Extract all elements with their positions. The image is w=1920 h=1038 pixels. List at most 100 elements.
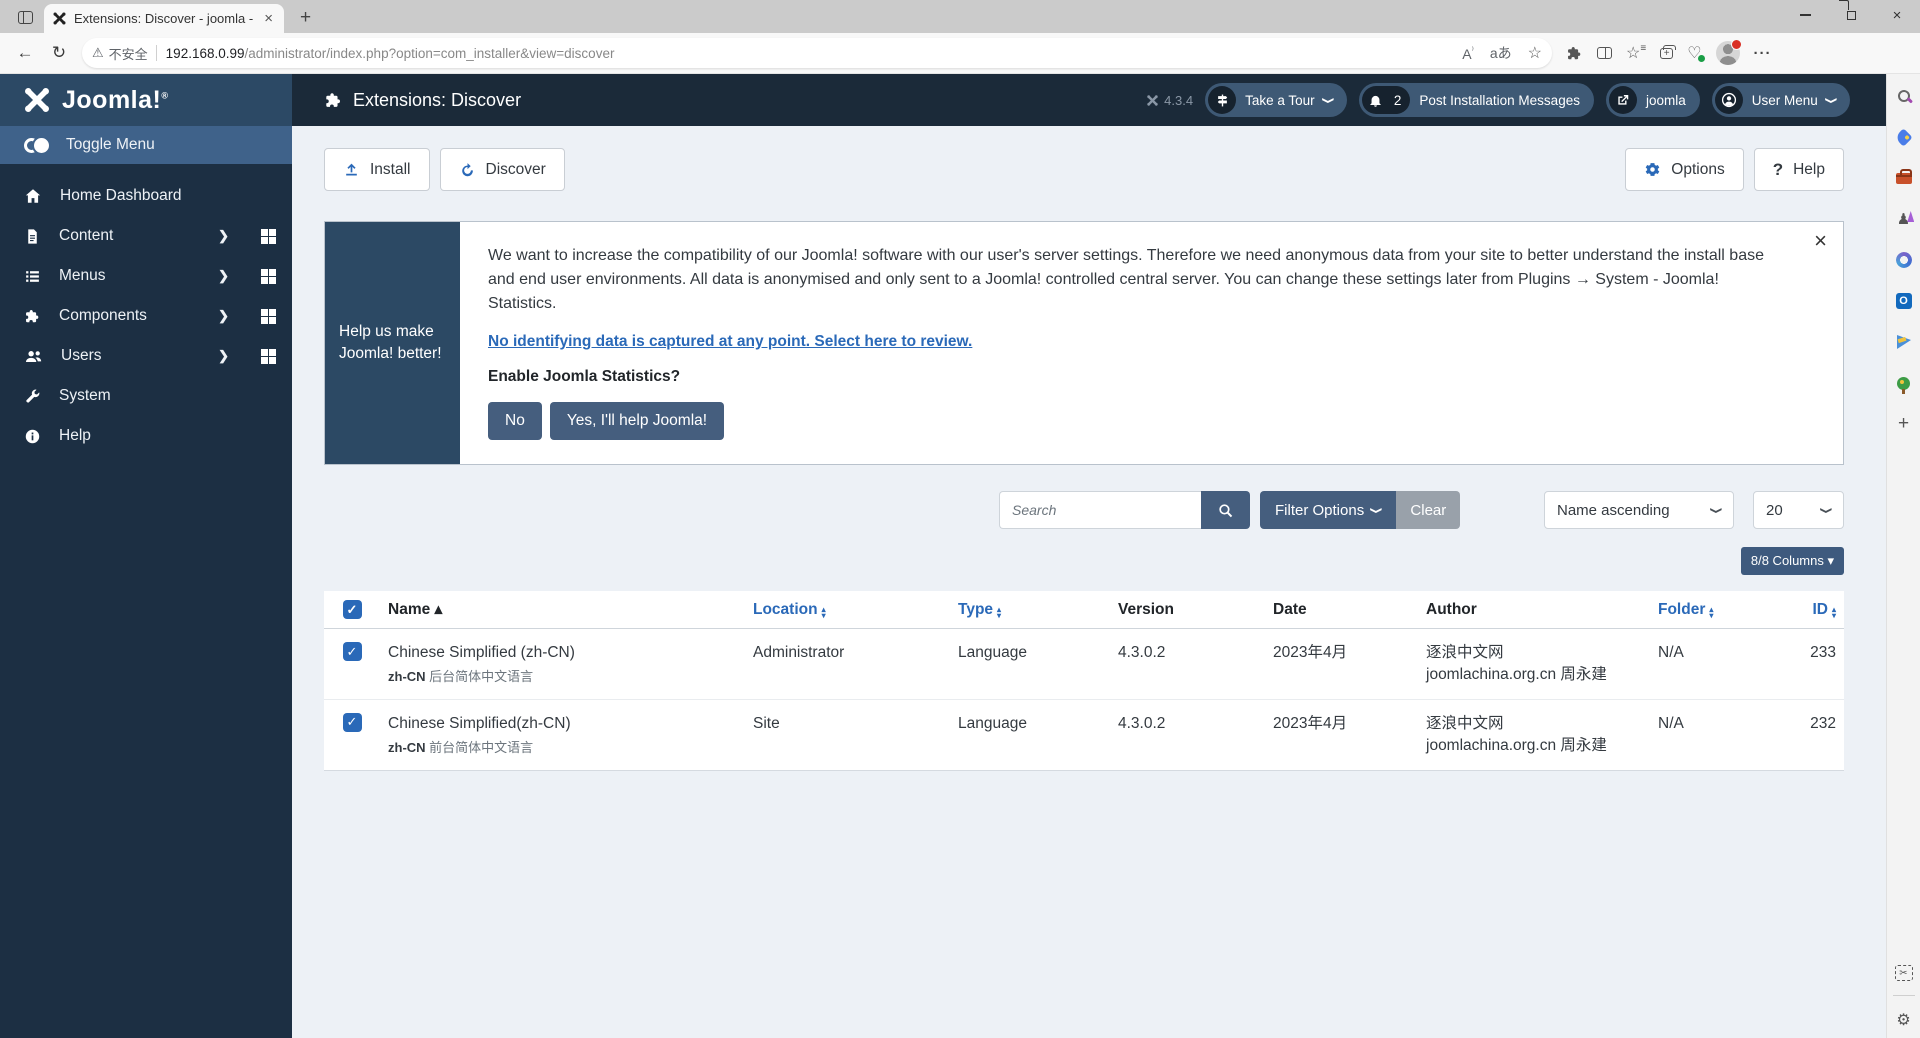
filter-options-button[interactable]: Filter Options ❭ <box>1260 491 1396 529</box>
sidebar-settings-button[interactable]: ⚙ <box>1896 1010 1910 1030</box>
close-window-button[interactable]: × <box>1874 0 1920 30</box>
column-header-name[interactable]: Name ▴ <box>380 599 745 621</box>
collections-icon[interactable]: + <box>1660 48 1673 59</box>
sidebar-microsoft-365-button[interactable] <box>1894 250 1914 270</box>
clear-button[interactable]: Clear <box>1396 491 1460 529</box>
extensions-puzzle-icon[interactable] <box>1566 45 1583 62</box>
dashboard-grid-icon[interactable] <box>261 349 276 364</box>
search-button[interactable] <box>1201 491 1250 529</box>
statistics-review-link[interactable]: No identifying data is captured at any p… <box>488 333 972 351</box>
extensions-icon <box>324 91 343 110</box>
row-checkbox[interactable]: ✓ <box>343 713 362 732</box>
joomla-version-icon <box>1146 94 1159 107</box>
user-icon <box>1715 86 1743 114</box>
sidebar-add-button[interactable]: + <box>1894 414 1914 434</box>
sidebar-item-users[interactable]: Users ❯ <box>0 336 292 376</box>
home-icon <box>24 187 42 205</box>
edge-sidebar: ♟ O + ✂ ⚙ <box>1886 74 1920 1038</box>
statistics-no-button[interactable]: No <box>488 402 542 440</box>
sidebar-item-system[interactable]: System <box>0 376 292 416</box>
browser-menu-icon[interactable]: ··· <box>1754 45 1772 62</box>
dashboard-grid-icon[interactable] <box>261 229 276 244</box>
screenshot-tool-button[interactable]: ✂ <box>1895 965 1913 981</box>
new-tab-button[interactable]: + <box>292 7 319 29</box>
help-button[interactable]: ? Help <box>1754 148 1844 191</box>
discover-button[interactable]: Discover <box>440 148 565 191</box>
address-bar[interactable]: ⚠ 不安全 192.168.0.99/administrator/index.p… <box>82 38 1552 68</box>
browser-tab[interactable]: Extensions: Discover - joomla - A × <box>44 4 284 33</box>
sidebar-item-menus[interactable]: Menus ❯ <box>0 256 292 296</box>
site-preview-button[interactable]: joomla <box>1606 83 1700 117</box>
tab-close-icon[interactable]: × <box>261 10 276 27</box>
sidebar-outlook-button[interactable]: O <box>1894 291 1914 311</box>
column-header-type[interactable]: Type▴▾ <box>950 599 1110 621</box>
page-title: Extensions: Discover <box>324 90 521 111</box>
joomla-logo-text: Joomla!® <box>62 86 169 115</box>
search-icon <box>1898 90 1910 102</box>
columns-button[interactable]: 8/8 Columns ▾ <box>1741 547 1844 575</box>
user-menu-button[interactable]: User Menu ❭ <box>1712 83 1850 117</box>
column-header-author: Author <box>1418 599 1650 621</box>
minimize-button[interactable] <box>1782 0 1828 30</box>
sidebar-item-help[interactable]: Help <box>0 416 292 456</box>
column-header-location[interactable]: Location▴▾ <box>745 599 950 621</box>
search-input[interactable] <box>999 491 1201 529</box>
sort-select[interactable]: Name ascending ❭ <box>1544 491 1734 529</box>
profile-avatar[interactable] <box>1716 41 1740 65</box>
admin-sidebar: Toggle Menu Home Dashboard Content ❯ Men… <box>0 126 292 1038</box>
chevron-right-icon: ❯ <box>218 228 229 244</box>
workspaces-button[interactable] <box>8 4 42 30</box>
table-row: ✓ Chinese Simplified (zh-CN) zh-CN 后台简体中… <box>324 629 1844 700</box>
sidebar-shopping-button[interactable] <box>1894 127 1914 147</box>
address-divider <box>156 45 157 61</box>
sidebar-item-toggle-menu[interactable]: Toggle Menu <box>0 126 292 164</box>
back-button[interactable]: ← <box>10 38 40 68</box>
version-cell: 4.3.0.2 <box>1110 629 1265 677</box>
sidebar-games-button[interactable]: ♟ <box>1894 209 1914 229</box>
author-cell: 逐浪中文网joomlachina.org.cn 周永建 <box>1418 700 1650 769</box>
restore-button[interactable] <box>1828 0 1874 30</box>
column-header-folder[interactable]: Folder▴▾ <box>1650 599 1770 621</box>
sidebar-msn-button[interactable] <box>1894 373 1914 393</box>
extension-name-cell: Chinese Simplified (zh-CN) zh-CN 后台简体中文语… <box>380 629 745 699</box>
split-screen-icon[interactable] <box>1597 47 1612 59</box>
tab-title: Extensions: Discover - joomla - A <box>74 11 254 26</box>
outlook-icon: O <box>1896 293 1912 309</box>
take-a-tour-button[interactable]: Take a Tour ❭ <box>1205 83 1347 117</box>
translate-icon[interactable]: aあ <box>1490 43 1512 63</box>
puzzle-icon <box>24 308 41 325</box>
post-installation-messages-button[interactable]: 2 Post Installation Messages <box>1359 83 1594 117</box>
chevron-right-icon: ❯ <box>218 268 229 284</box>
list-limit-select[interactable]: 20 ❭ <box>1753 491 1844 529</box>
favorites-list-icon[interactable]: ☆ <box>1626 43 1646 63</box>
sidebar-item-content[interactable]: Content ❯ <box>0 216 292 256</box>
install-button[interactable]: Install <box>324 148 430 191</box>
wrench-icon <box>24 388 41 405</box>
document-icon <box>24 228 41 245</box>
column-header-version: Version <box>1110 599 1265 621</box>
select-all-checkbox[interactable]: ✓ <box>343 600 362 619</box>
browser-tab-strip: Extensions: Discover - joomla - A × + × <box>0 0 1920 33</box>
read-aloud-icon[interactable]: A⁾ <box>1462 45 1474 62</box>
favorite-star-icon[interactable]: ☆ <box>1528 43 1542 63</box>
folder-cell: N/A <box>1650 700 1770 748</box>
author-cell: 逐浪中文网joomlachina.org.cn 周永建 <box>1418 629 1650 698</box>
dashboard-grid-icon[interactable] <box>261 309 276 324</box>
browser-essentials-icon[interactable]: ♡ <box>1687 43 1701 63</box>
sidebar-item-home-dashboard[interactable]: Home Dashboard <box>0 176 292 216</box>
options-button[interactable]: Options <box>1625 148 1743 191</box>
sidebar-tools-button[interactable] <box>1894 168 1914 188</box>
refresh-button[interactable]: ↻ <box>44 38 74 68</box>
statistics-panel: Help us make Joomla! better! We want to … <box>324 221 1844 465</box>
sidebar-drop-button[interactable] <box>1894 332 1914 352</box>
info-icon <box>24 428 41 445</box>
statistics-yes-button[interactable]: Yes, I'll help Joomla! <box>550 402 724 440</box>
close-panel-icon[interactable]: × <box>1814 230 1827 252</box>
sidebar-search-button[interactable] <box>1894 86 1914 106</box>
sidebar-item-components[interactable]: Components ❯ <box>0 296 292 336</box>
dashboard-grid-icon[interactable] <box>261 269 276 284</box>
row-checkbox[interactable]: ✓ <box>343 642 362 661</box>
column-header-id[interactable]: ID▴▾ <box>1770 599 1844 621</box>
chevron-right-icon: ❯ <box>218 348 229 364</box>
url-host: 192.168.0.99 <box>166 46 245 61</box>
